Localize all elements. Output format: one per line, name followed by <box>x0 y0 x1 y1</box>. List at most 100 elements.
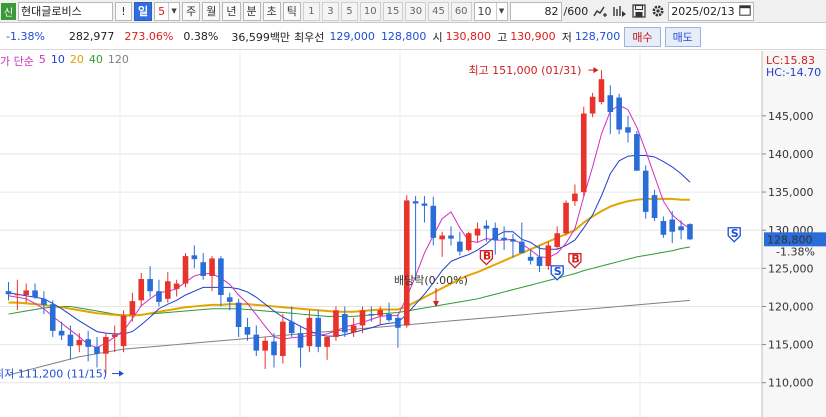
open-price: 130,800 <box>445 30 492 43</box>
ma-legend-40[interactable]: 40 <box>89 53 103 69</box>
candle-body <box>94 346 100 354</box>
price-chart[interactable]: 110,000 115,000 120,000 125,000 130,000 135,0… <box>0 51 826 417</box>
high-price: 130,900 <box>510 30 556 43</box>
minute-1-button[interactable]: 1 <box>302 1 320 21</box>
candle-body <box>527 256 534 261</box>
buy-signal-marker: B <box>483 250 491 263</box>
candle-body <box>536 256 543 267</box>
date-field[interactable]: 2025/02/13 <box>668 1 755 21</box>
buy-button[interactable]: 매수 <box>624 26 661 47</box>
ma-legend-10[interactable]: 10 <box>51 53 65 69</box>
low-arrow-head <box>119 370 124 377</box>
gear-icon[interactable] <box>649 2 666 21</box>
candle-body <box>660 221 667 235</box>
candle-body <box>129 301 136 315</box>
sell-signal-marker: S <box>731 227 739 240</box>
calendar-icon[interactable] <box>739 4 751 19</box>
minute-60-button[interactable]: 60 <box>450 1 472 21</box>
candle-body <box>147 278 153 292</box>
ma-legend-5[interactable]: 5 <box>39 53 46 69</box>
candle-body <box>200 262 206 276</box>
display-count-input[interactable]: 82 <box>509 1 562 21</box>
minute-5-button[interactable]: 5 <box>340 1 358 21</box>
candle-body <box>669 219 676 232</box>
candle-body <box>58 330 65 336</box>
candle-body <box>572 193 578 202</box>
stock-info-button[interactable]: ! <box>115 1 132 21</box>
period-month-button[interactable]: 월 <box>202 1 221 21</box>
best-bid: 128,800 <box>380 30 427 43</box>
ma-legend-120[interactable]: 120 <box>108 53 129 69</box>
best-ask: 129,000 <box>329 30 375 43</box>
candlestick-chart-svg[interactable]: 110,000115,000120,000125,000130,000135,0… <box>0 51 826 417</box>
candle-body <box>262 340 268 351</box>
candle-body <box>103 336 109 354</box>
y-axis-tick-label: 140,000 <box>768 148 814 161</box>
candle-body <box>280 321 286 356</box>
minute-3-button[interactable]: 3 <box>321 1 339 21</box>
sell-button[interactable]: 매도 <box>664 26 701 47</box>
save-icon[interactable] <box>630 2 647 21</box>
candle-body <box>173 283 180 289</box>
candle-body <box>165 281 171 299</box>
zoom-tool-icon[interactable] <box>611 2 628 21</box>
y-axis-tick-label: 125,000 <box>768 262 814 275</box>
candle-body <box>324 336 330 347</box>
candle-body <box>138 278 145 301</box>
minute-15-button[interactable]: 15 <box>382 1 404 21</box>
add-chart-icon[interactable] <box>592 2 609 21</box>
candle-body <box>85 339 91 347</box>
low-annotation: 최저 111,200 (11/15) <box>0 368 107 381</box>
period-week-button[interactable]: 주 <box>182 1 201 21</box>
chevron-down-icon[interactable]: ▼ <box>495 2 507 20</box>
period-multiplier-combo[interactable]: 5 ▼ <box>154 1 181 21</box>
candle-body <box>235 302 242 328</box>
candle-body <box>368 314 375 316</box>
volume: 282,977 <box>68 30 115 43</box>
period-second-button[interactable]: 초 <box>262 1 281 21</box>
period-year-button[interactable]: 년 <box>222 1 241 21</box>
y-axis-tick-label: 115,000 <box>768 339 814 352</box>
minute-45-button[interactable]: 45 <box>428 1 449 21</box>
market-badge: 신 <box>1 2 16 20</box>
period-tick-button[interactable]: 틱 <box>282 1 301 21</box>
candle-body <box>111 334 118 337</box>
minute-10-button[interactable]: 10 <box>359 1 381 21</box>
open-label: 시 <box>432 30 443 44</box>
candle-body <box>421 203 428 206</box>
candle-body <box>333 310 339 337</box>
period-minute-button[interactable]: 분 <box>242 1 261 21</box>
candle-body <box>598 79 605 103</box>
minute-30-button[interactable]: 30 <box>405 1 427 21</box>
candle-body <box>359 310 366 326</box>
y-axis-tick-label: 145,000 <box>768 110 814 123</box>
candle-body <box>395 317 401 328</box>
high-arrow-head <box>593 67 599 74</box>
candle-body <box>510 239 516 242</box>
candle-body <box>297 333 304 348</box>
candle-body <box>315 317 322 347</box>
y-axis-tick-label: 120,000 <box>768 300 814 313</box>
period-day-button[interactable]: 일 <box>134 1 153 21</box>
moving-average-legend: 가 단순 5 10 20 40 120 <box>0 53 129 69</box>
dividend-annotation: 배당락(0.00%) <box>394 274 468 287</box>
candle-body <box>253 334 260 351</box>
candle-body <box>483 225 490 229</box>
candle-body <box>32 290 38 298</box>
candle-body <box>49 304 56 331</box>
chevron-down-icon[interactable]: ▼ <box>168 2 179 20</box>
candle-body <box>474 228 481 236</box>
candle-body <box>403 200 410 326</box>
low-price: 128,700 <box>574 30 621 43</box>
candle-body <box>563 202 569 234</box>
stock-name-field[interactable]: 현대글로비스 <box>18 1 113 21</box>
ma-legend-20[interactable]: 20 <box>70 53 84 69</box>
candle-body <box>554 233 560 247</box>
count-combo[interactable]: 10 ▼ <box>473 1 508 21</box>
period-multiplier-value: 5 <box>158 4 166 18</box>
low-label: 저 <box>561 30 572 44</box>
candle-body <box>625 127 631 133</box>
candle-body <box>465 233 472 251</box>
candle-body <box>687 224 693 240</box>
y-axis-tick-label: 110,000 <box>768 377 814 390</box>
